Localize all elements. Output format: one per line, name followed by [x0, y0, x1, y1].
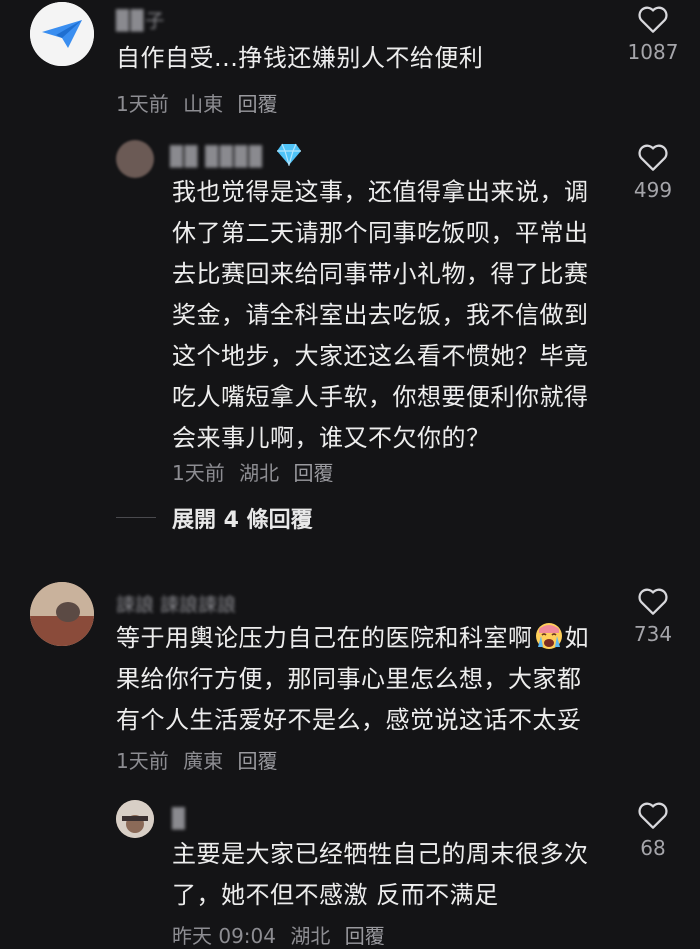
- like-count: 734: [633, 622, 673, 646]
- like-count: 68: [640, 836, 666, 860]
- comment-time: 1天前: [172, 461, 225, 485]
- username[interactable]: ▉▉ ▉▉▉▉: [170, 146, 264, 168]
- heart-outline-icon: [638, 144, 668, 171]
- avatar-image: [30, 582, 94, 646]
- avatar[interactable]: [30, 582, 94, 646]
- comment-text: 主要是大家已经牺牲自己的周末很多次了，她不但不感激 反而不满足: [172, 840, 589, 909]
- comment-text: 自作自受...挣钱还嫌别人不给便利: [116, 44, 484, 72]
- avatar[interactable]: [30, 2, 94, 66]
- comment-location: 山東: [183, 92, 224, 116]
- comment-location: 湖北: [239, 461, 280, 485]
- avatar-image: [116, 800, 154, 838]
- like-button[interactable]: 734: [618, 586, 688, 646]
- username[interactable]: 誎誏 誎誏誎誏: [116, 590, 236, 617]
- expand-divider: [116, 517, 156, 518]
- comment-meta: 1天前 山東 回覆: [116, 88, 285, 117]
- avatar[interactable]: [116, 140, 154, 178]
- reply-button[interactable]: 回覆: [237, 749, 277, 773]
- comment-meta: 1天前 廣東 回覆: [116, 745, 285, 774]
- diamond-icon: [277, 143, 301, 166]
- username[interactable]: ▉: [172, 808, 187, 830]
- like-count: 1087: [627, 40, 679, 64]
- like-count: 499: [633, 178, 673, 202]
- heart-outline-icon: [638, 802, 668, 829]
- like-button[interactable]: 68: [618, 800, 688, 860]
- paper-plane-icon: [30, 2, 94, 66]
- heart-outline-icon: [638, 588, 668, 615]
- avatar[interactable]: [116, 800, 154, 838]
- crying-face-icon: [535, 623, 562, 649]
- reply-button[interactable]: 回覆: [345, 924, 385, 948]
- comment-text: 等于用輿论压力自己在的医院和科室啊 如果给你行方便，那同事心里怎么想，大家都有个…: [116, 618, 596, 741]
- comment-time: 昨天 09:04: [172, 924, 276, 948]
- comment-location: 廣東: [183, 749, 224, 773]
- expand-replies-button[interactable]: 展開 4 條回覆: [172, 502, 313, 534]
- reply-button[interactable]: 回覆: [237, 92, 277, 116]
- heart-outline-icon: [638, 6, 668, 33]
- comment-location: 湖北: [290, 924, 331, 948]
- like-button[interactable]: 1087: [618, 4, 688, 64]
- username[interactable]: ▉▉子: [116, 6, 164, 33]
- comment-time: 1天前: [116, 92, 169, 116]
- like-button[interactable]: 499: [618, 142, 688, 202]
- comment-text-part1: 等于用輿论压力自己在的医院和科室啊: [116, 624, 533, 652]
- comment-meta: 1天前 湖北 回覆: [172, 457, 341, 486]
- comment-time: 1天前: [116, 749, 169, 773]
- comment-text: 我也觉得是这事，还值得拿出来说，调休了第二天请那个同事吃饭呗，平常出去比赛回来给…: [172, 178, 589, 452]
- reply-button[interactable]: 回覆: [293, 461, 333, 485]
